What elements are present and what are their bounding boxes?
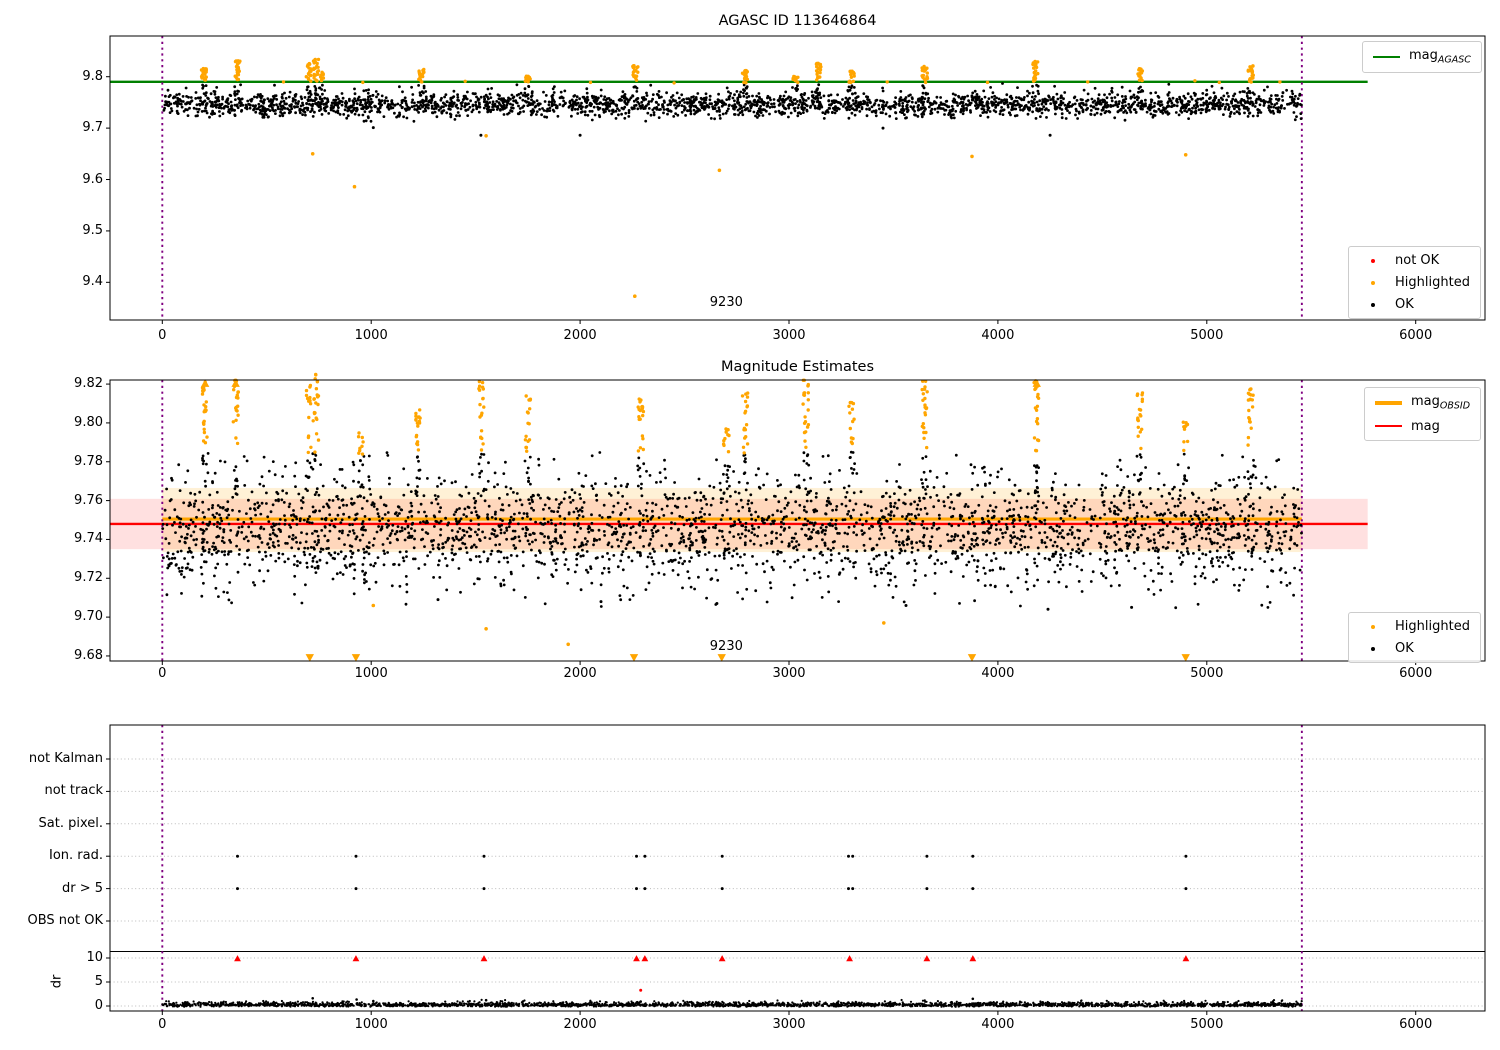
plot2-y-tick-label: 9.70 — [74, 609, 103, 625]
legend-row-ok: OK — [1359, 297, 1470, 312]
plot2-y-tick-label: 9.72 — [74, 570, 103, 586]
plot3-category-label: not track — [44, 783, 103, 799]
plot3-category-label: not Kalman — [28, 751, 103, 766]
legend-label-not-ok: not OK — [1395, 253, 1440, 268]
legend-row-ok2: OK — [1359, 641, 1470, 656]
plot1-y-tick-label: 9.8 — [82, 68, 103, 84]
legend-label-ok2: OK — [1395, 641, 1414, 656]
plot1-x-tick-label: 1000 — [354, 328, 388, 343]
plot3-category-label: OBS not OK — [27, 913, 104, 928]
plot2-y-tick-label: 9.82 — [74, 376, 103, 392]
plots-canvas — [106, 35, 1486, 1015]
legend-label-mag-obsid: magOBSID — [1411, 394, 1471, 412]
plot1-x-tick-label: 4000 — [981, 328, 1015, 343]
plot3-x-tick-label: 3000 — [772, 1016, 806, 1032]
legend-label-ok: OK — [1395, 297, 1414, 312]
plot1-line-legend: magAGASC — [1362, 41, 1482, 73]
mag-agasc-line-swatch — [1373, 55, 1400, 58]
plot1-scatter-legend: not OK Highlighted OK — [1348, 246, 1481, 319]
plot2-obsid-annotation: 9230 — [709, 639, 743, 654]
plot1-y-tick-label: 9.5 — [82, 222, 103, 238]
mag-line-swatch — [1375, 424, 1402, 428]
figure: AGASC ID 113646864 Magnitude Estimates 9… — [0, 0, 1500, 1050]
plot3-x-tick-label: 0 — [158, 1016, 167, 1032]
highlighted-dot-icon — [1359, 280, 1386, 285]
plot2-title: Magnitude Estimates — [720, 359, 875, 375]
legend-row-not-ok: not OK — [1359, 253, 1470, 268]
legend-label-mag: mag — [1411, 418, 1440, 434]
plot2-y-tick-label: 9.76 — [74, 492, 103, 508]
plot1-y-tick-label: 9.7 — [82, 120, 103, 136]
legend-label-highlighted: Highlighted — [1395, 275, 1470, 290]
plot2-x-tick-label: 4000 — [981, 666, 1015, 681]
mag-obsid-line-swatch — [1375, 401, 1402, 405]
legend-row-mag-obsid: magOBSID — [1375, 394, 1470, 412]
plot3-category-label: dr > 5 — [61, 880, 103, 896]
plot2-x-tick-label: 5000 — [1190, 666, 1224, 681]
plot2-x-tick-label: 3000 — [772, 666, 806, 681]
plot2-y-tick-label: 9.78 — [74, 453, 103, 469]
plot3-dr-tick-label: 10 — [86, 950, 103, 965]
plot2-y-tick-label: 9.74 — [74, 531, 103, 547]
plot1-y-tick-label: 9.6 — [82, 171, 103, 187]
plot1-x-tick-label: 5000 — [1190, 328, 1224, 343]
plot1-x-tick-label: 6000 — [1399, 328, 1433, 343]
legend-row-highlighted: Highlighted — [1359, 275, 1470, 290]
not-ok-dot-icon — [1359, 258, 1386, 263]
plot3-x-tick-label: 2000 — [563, 1016, 597, 1032]
plot2-x-tick-label: 1000 — [354, 666, 388, 681]
plot1-obsid-annotation: 9230 — [709, 295, 743, 310]
plot3-dr-tick-label: 5 — [94, 974, 103, 989]
plot2-y-tick-label: 9.68 — [74, 647, 103, 663]
plot3-x-tick-label: 6000 — [1399, 1016, 1433, 1032]
legend-row-mag-agasc: magAGASC — [1373, 48, 1471, 66]
plot2-y-tick-label: 9.80 — [74, 414, 103, 430]
plot3-x-tick-label: 5000 — [1190, 1016, 1224, 1032]
legend-row-mag: mag — [1375, 419, 1470, 434]
ok-dot-icon — [1359, 302, 1386, 307]
plot3-x-tick-label: 1000 — [354, 1016, 388, 1032]
plot1-x-tick-label: 0 — [158, 328, 167, 343]
plot2-x-tick-label: 0 — [158, 666, 167, 681]
legend-label-highlighted2: Highlighted — [1395, 619, 1470, 634]
plot3-category-label: Sat. pixel. — [38, 815, 103, 831]
plot3-dr-tick-label: 0 — [94, 998, 103, 1013]
legend-label-mag-agasc: magAGASC — [1409, 48, 1471, 66]
plot3-category-label: Ion. rad. — [49, 848, 103, 864]
plot2-x-tick-label: 6000 — [1399, 666, 1433, 681]
plot2-x-tick-label: 2000 — [563, 666, 597, 681]
highlighted-dot-icon — [1359, 624, 1386, 629]
plot3-x-tick-label: 4000 — [981, 1016, 1015, 1032]
plot2-scatter-legend: Highlighted OK — [1348, 612, 1481, 663]
plot1-title: AGASC ID 113646864 — [718, 13, 877, 29]
plot1-x-tick-label: 3000 — [772, 328, 806, 343]
legend-row-highlighted2: Highlighted — [1359, 619, 1470, 634]
plot2-line-legend: magOBSID mag — [1364, 387, 1482, 441]
plot1-y-tick-label: 9.4 — [82, 274, 103, 290]
ok-dot-icon — [1359, 646, 1386, 651]
plot1-x-tick-label: 2000 — [563, 328, 597, 343]
